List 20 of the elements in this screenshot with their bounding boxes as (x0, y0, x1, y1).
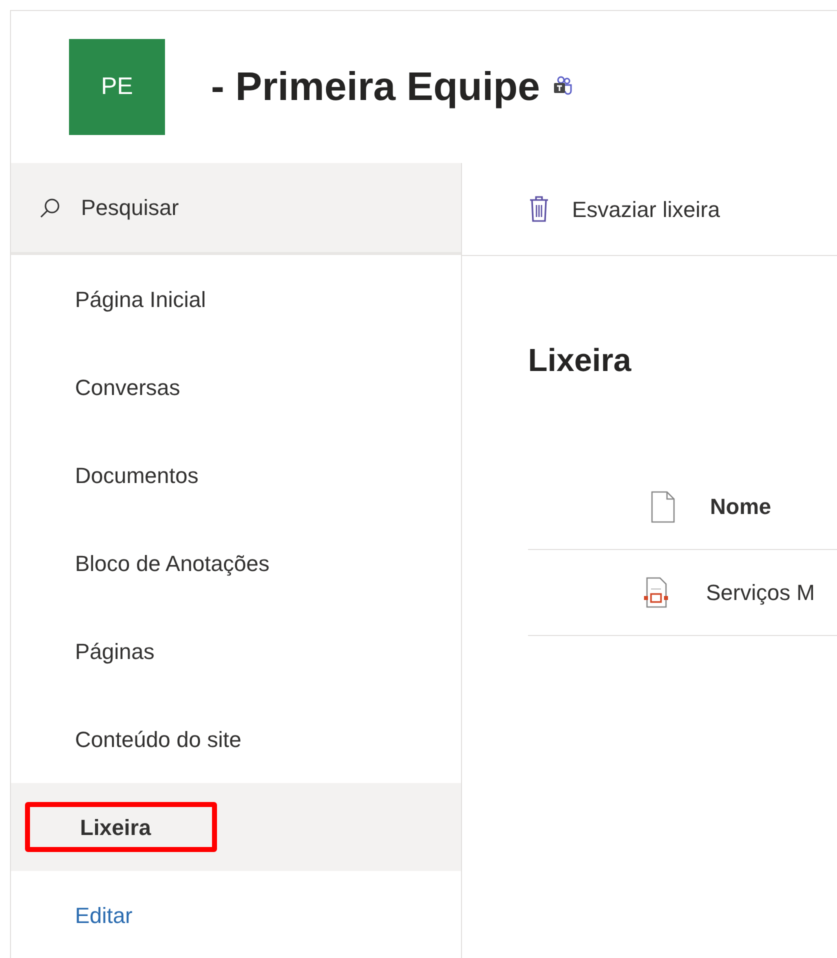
presentation-file-icon (642, 576, 670, 608)
page-title: Lixeira (528, 344, 632, 376)
search-field[interactable]: Pesquisar (11, 163, 461, 255)
nav-item[interactable]: Lixeira (80, 810, 151, 844)
nav-item[interactable]: Página Inicial (75, 282, 206, 316)
site-title: - Primeira Equipe (211, 64, 540, 111)
file-name[interactable]: Serviços M (706, 576, 815, 609)
empty-recycle-bin-button[interactable]: Esvaziar lixeira (528, 192, 720, 226)
file-type-icon (650, 490, 676, 522)
search-input[interactable]: Pesquisar (81, 191, 381, 224)
column-header[interactable]: Nome (710, 490, 772, 523)
nav-item[interactable]: Bloco de Anotações (75, 546, 270, 580)
nav-item[interactable]: Páginas (75, 634, 155, 668)
search-icon (39, 196, 61, 218)
nav-item[interactable]: Conteúdo do site (75, 722, 242, 756)
site-logo: PE (69, 39, 165, 135)
edit-link[interactable]: Editar (75, 898, 132, 932)
trash-icon (528, 195, 550, 223)
nav-item[interactable]: Documentos (75, 458, 199, 492)
nav-item[interactable]: Conversas (75, 370, 180, 404)
